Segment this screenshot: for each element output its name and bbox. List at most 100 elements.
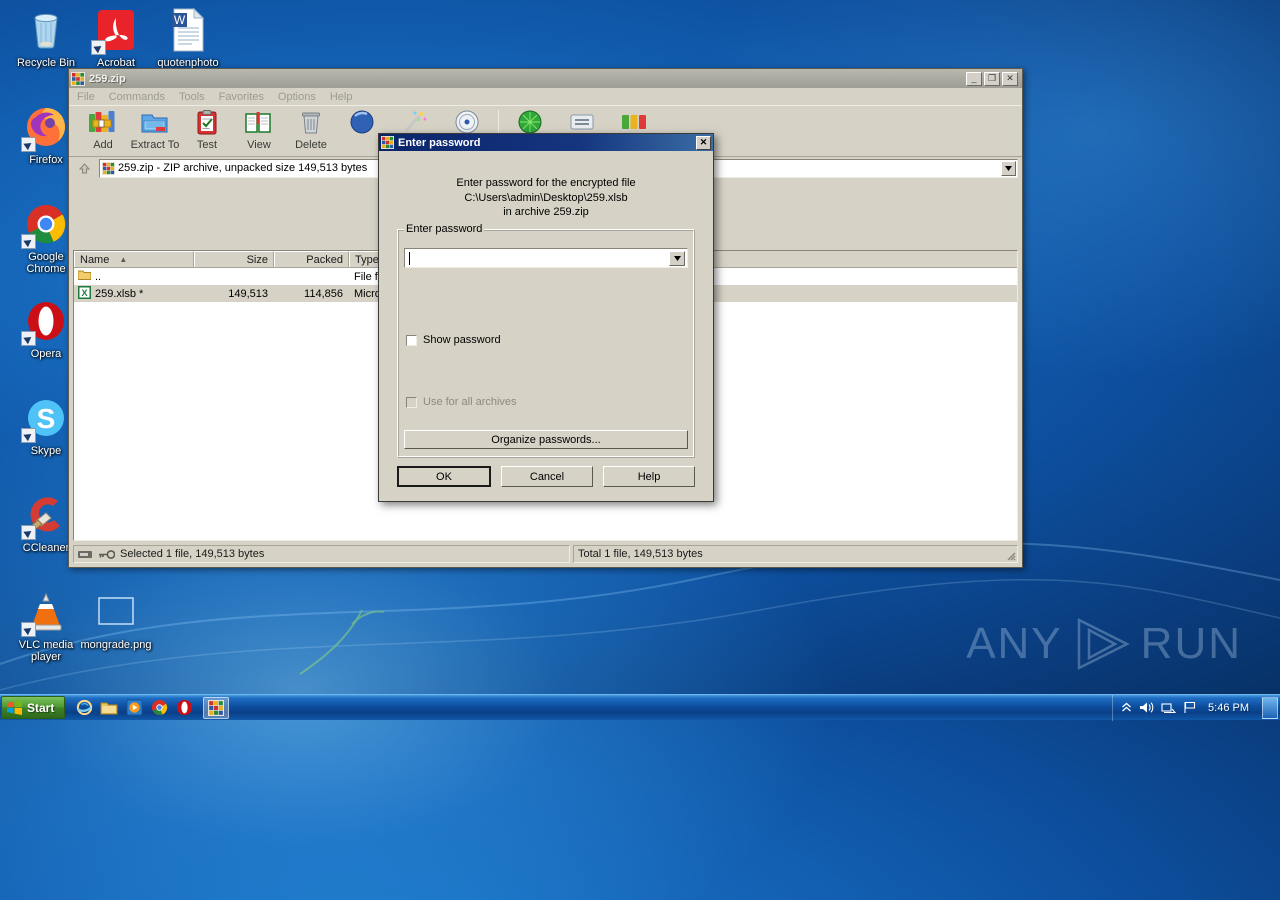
toolbar-button-delete[interactable]: Delete bbox=[285, 108, 337, 151]
toolbar-button-extract[interactable]: Extract To bbox=[129, 108, 181, 151]
quicklaunch-internet-explorer[interactable] bbox=[73, 697, 95, 719]
toolbar-button-view[interactable]: View bbox=[233, 108, 285, 151]
start-button[interactable]: Start bbox=[1, 696, 66, 719]
show-hidden-icons-chevron[interactable] bbox=[1121, 702, 1132, 713]
desktop-icon-adobe-acrobat[interactable]: Acrobat bbox=[78, 6, 154, 69]
taskbar-task-winrar[interactable] bbox=[203, 696, 230, 719]
quicklaunch-media-player[interactable] bbox=[123, 697, 145, 719]
folder-up-icon bbox=[77, 269, 92, 284]
word-document-icon: W bbox=[164, 6, 212, 54]
ccleaner-icon bbox=[21, 491, 70, 540]
taskbar[interactable]: Start 5:46 PM bbox=[0, 694, 1280, 721]
show-desktop-button[interactable] bbox=[1262, 696, 1278, 719]
action-center-flag-icon[interactable] bbox=[1183, 701, 1197, 714]
toolbar-label-extract: Extract To bbox=[130, 139, 180, 151]
internet-explorer-icon bbox=[76, 699, 92, 716]
column-header-size[interactable]: Size bbox=[194, 251, 274, 267]
column-header-label: Type bbox=[355, 253, 379, 266]
toolbar-label-view: View bbox=[247, 139, 271, 151]
enter-password-dialog[interactable]: Enter password ✕ Enter password for the … bbox=[378, 133, 714, 502]
menu-item-favorites[interactable]: Favorites bbox=[219, 91, 264, 103]
volume-icon[interactable] bbox=[1139, 701, 1154, 714]
shortcut-overlay-icon bbox=[21, 137, 36, 152]
shortcut-overlay-icon bbox=[21, 331, 36, 346]
winrar-icon bbox=[71, 71, 85, 86]
column-header-name[interactable]: Name ▲ bbox=[74, 251, 194, 267]
show-password-row[interactable]: Show password bbox=[406, 334, 501, 346]
organize-passwords-button[interactable]: Organize passwords... bbox=[404, 430, 688, 449]
svg-text:X: X bbox=[81, 288, 87, 298]
ok-button[interactable]: OK bbox=[397, 466, 491, 487]
chevron-down-icon bbox=[673, 256, 681, 261]
windows-explorer-icon bbox=[100, 702, 118, 715]
toolbar-button-test[interactable]: Test bbox=[181, 108, 233, 151]
winrar-titlebar[interactable]: 259.zip _ ❐ ✕ bbox=[69, 69, 1022, 88]
show-password-label: Show password bbox=[423, 334, 501, 346]
watermark-play-logo bbox=[1077, 617, 1130, 671]
desktop-icon-label: VLC media player bbox=[18, 639, 74, 663]
taskbar-clock[interactable]: 5:46 PM bbox=[1204, 702, 1253, 714]
adobe-acrobat-icon bbox=[91, 6, 140, 55]
windows-logo-icon bbox=[7, 700, 22, 715]
password-input[interactable] bbox=[404, 248, 688, 268]
menu-item-help[interactable]: Help bbox=[330, 91, 353, 103]
quick-launch[interactable] bbox=[73, 697, 195, 719]
cancel-button[interactable]: Cancel bbox=[501, 466, 593, 487]
media-player-icon bbox=[126, 699, 143, 716]
firefox-icon bbox=[21, 103, 70, 152]
password-dropdown-arrow[interactable] bbox=[669, 251, 685, 266]
column-header-packed[interactable]: Packed bbox=[274, 251, 349, 267]
address-dropdown-arrow[interactable] bbox=[1001, 160, 1016, 176]
excel-file-icon: X bbox=[78, 285, 91, 302]
show-password-checkbox[interactable] bbox=[406, 334, 417, 346]
desktop-icon-label: mongrade.png bbox=[80, 639, 152, 651]
shortcut-overlay-icon bbox=[21, 428, 36, 443]
sort-ascending-icon: ▲ bbox=[119, 255, 128, 264]
recycle-bin-icon bbox=[22, 6, 70, 54]
organize-passwords-label: Organize passwords... bbox=[491, 433, 601, 446]
skype-icon: S bbox=[21, 394, 70, 443]
archive-icon bbox=[102, 161, 115, 175]
dialog-button-row[interactable]: OK Cancel Help bbox=[397, 466, 695, 487]
address-text: 259.zip - ZIP archive, unpacked size 149… bbox=[118, 162, 368, 174]
dialog-titlebar[interactable]: Enter password ✕ bbox=[379, 134, 713, 151]
quicklaunch-opera[interactable] bbox=[173, 697, 195, 719]
close-button[interactable]: ✕ bbox=[1002, 71, 1018, 86]
menu-item-file[interactable]: File bbox=[77, 91, 95, 103]
up-one-level-button[interactable] bbox=[73, 158, 95, 178]
network-icon[interactable] bbox=[1161, 701, 1177, 714]
toolbar-label-test: Test bbox=[196, 139, 218, 151]
dialog-close-button[interactable]: ✕ bbox=[696, 135, 711, 150]
menu-item-tools[interactable]: Tools bbox=[179, 91, 205, 103]
maximize-button[interactable]: ❐ bbox=[984, 71, 1000, 86]
cell-name: X 259.xlsb * bbox=[74, 285, 194, 302]
toolbar-button-add[interactable]: Add bbox=[77, 108, 129, 151]
system-tray[interactable]: 5:46 PM bbox=[1112, 694, 1280, 721]
resize-grip-icon[interactable] bbox=[1004, 549, 1016, 561]
status-right: Total 1 file, 149,513 bytes bbox=[573, 545, 1018, 563]
status-left: Selected 1 file, 149,513 bytes bbox=[73, 545, 570, 563]
quicklaunch-google-chrome[interactable] bbox=[148, 697, 170, 719]
close-icon: ✕ bbox=[699, 137, 708, 147]
menubar[interactable]: File Commands Tools Favorites Options Help bbox=[69, 88, 1022, 105]
opera-icon bbox=[176, 699, 192, 716]
png-image-icon bbox=[92, 588, 140, 636]
quicklaunch-windows-explorer[interactable] bbox=[98, 697, 120, 719]
disk-icon bbox=[78, 550, 92, 558]
google-chrome-icon bbox=[151, 699, 167, 716]
status-bar: Selected 1 file, 149,513 bytes Total 1 f… bbox=[73, 545, 1018, 563]
help-button[interactable]: Help bbox=[603, 466, 695, 487]
maximize-icon: ❐ bbox=[987, 73, 997, 83]
password-group: Enter password Show password Use for all… bbox=[397, 223, 695, 458]
menu-item-options[interactable]: Options bbox=[278, 91, 316, 103]
desktop-icon-word-document[interactable]: W quotenphoto bbox=[150, 6, 226, 69]
desktop-icon-png-image[interactable]: mongrade.png bbox=[78, 588, 154, 651]
menu-item-commands[interactable]: Commands bbox=[109, 91, 165, 103]
window-controls: _ ❐ ✕ bbox=[966, 71, 1020, 86]
desktop-icon-vlc[interactable]: VLC media player bbox=[8, 588, 84, 663]
minimize-button[interactable]: _ bbox=[966, 71, 982, 86]
desktop-icon-recycle-bin[interactable]: Recycle Bin bbox=[8, 6, 84, 69]
button-label: OK bbox=[436, 470, 452, 483]
column-header-label: Name bbox=[80, 253, 110, 266]
task-buttons[interactable] bbox=[203, 696, 230, 719]
